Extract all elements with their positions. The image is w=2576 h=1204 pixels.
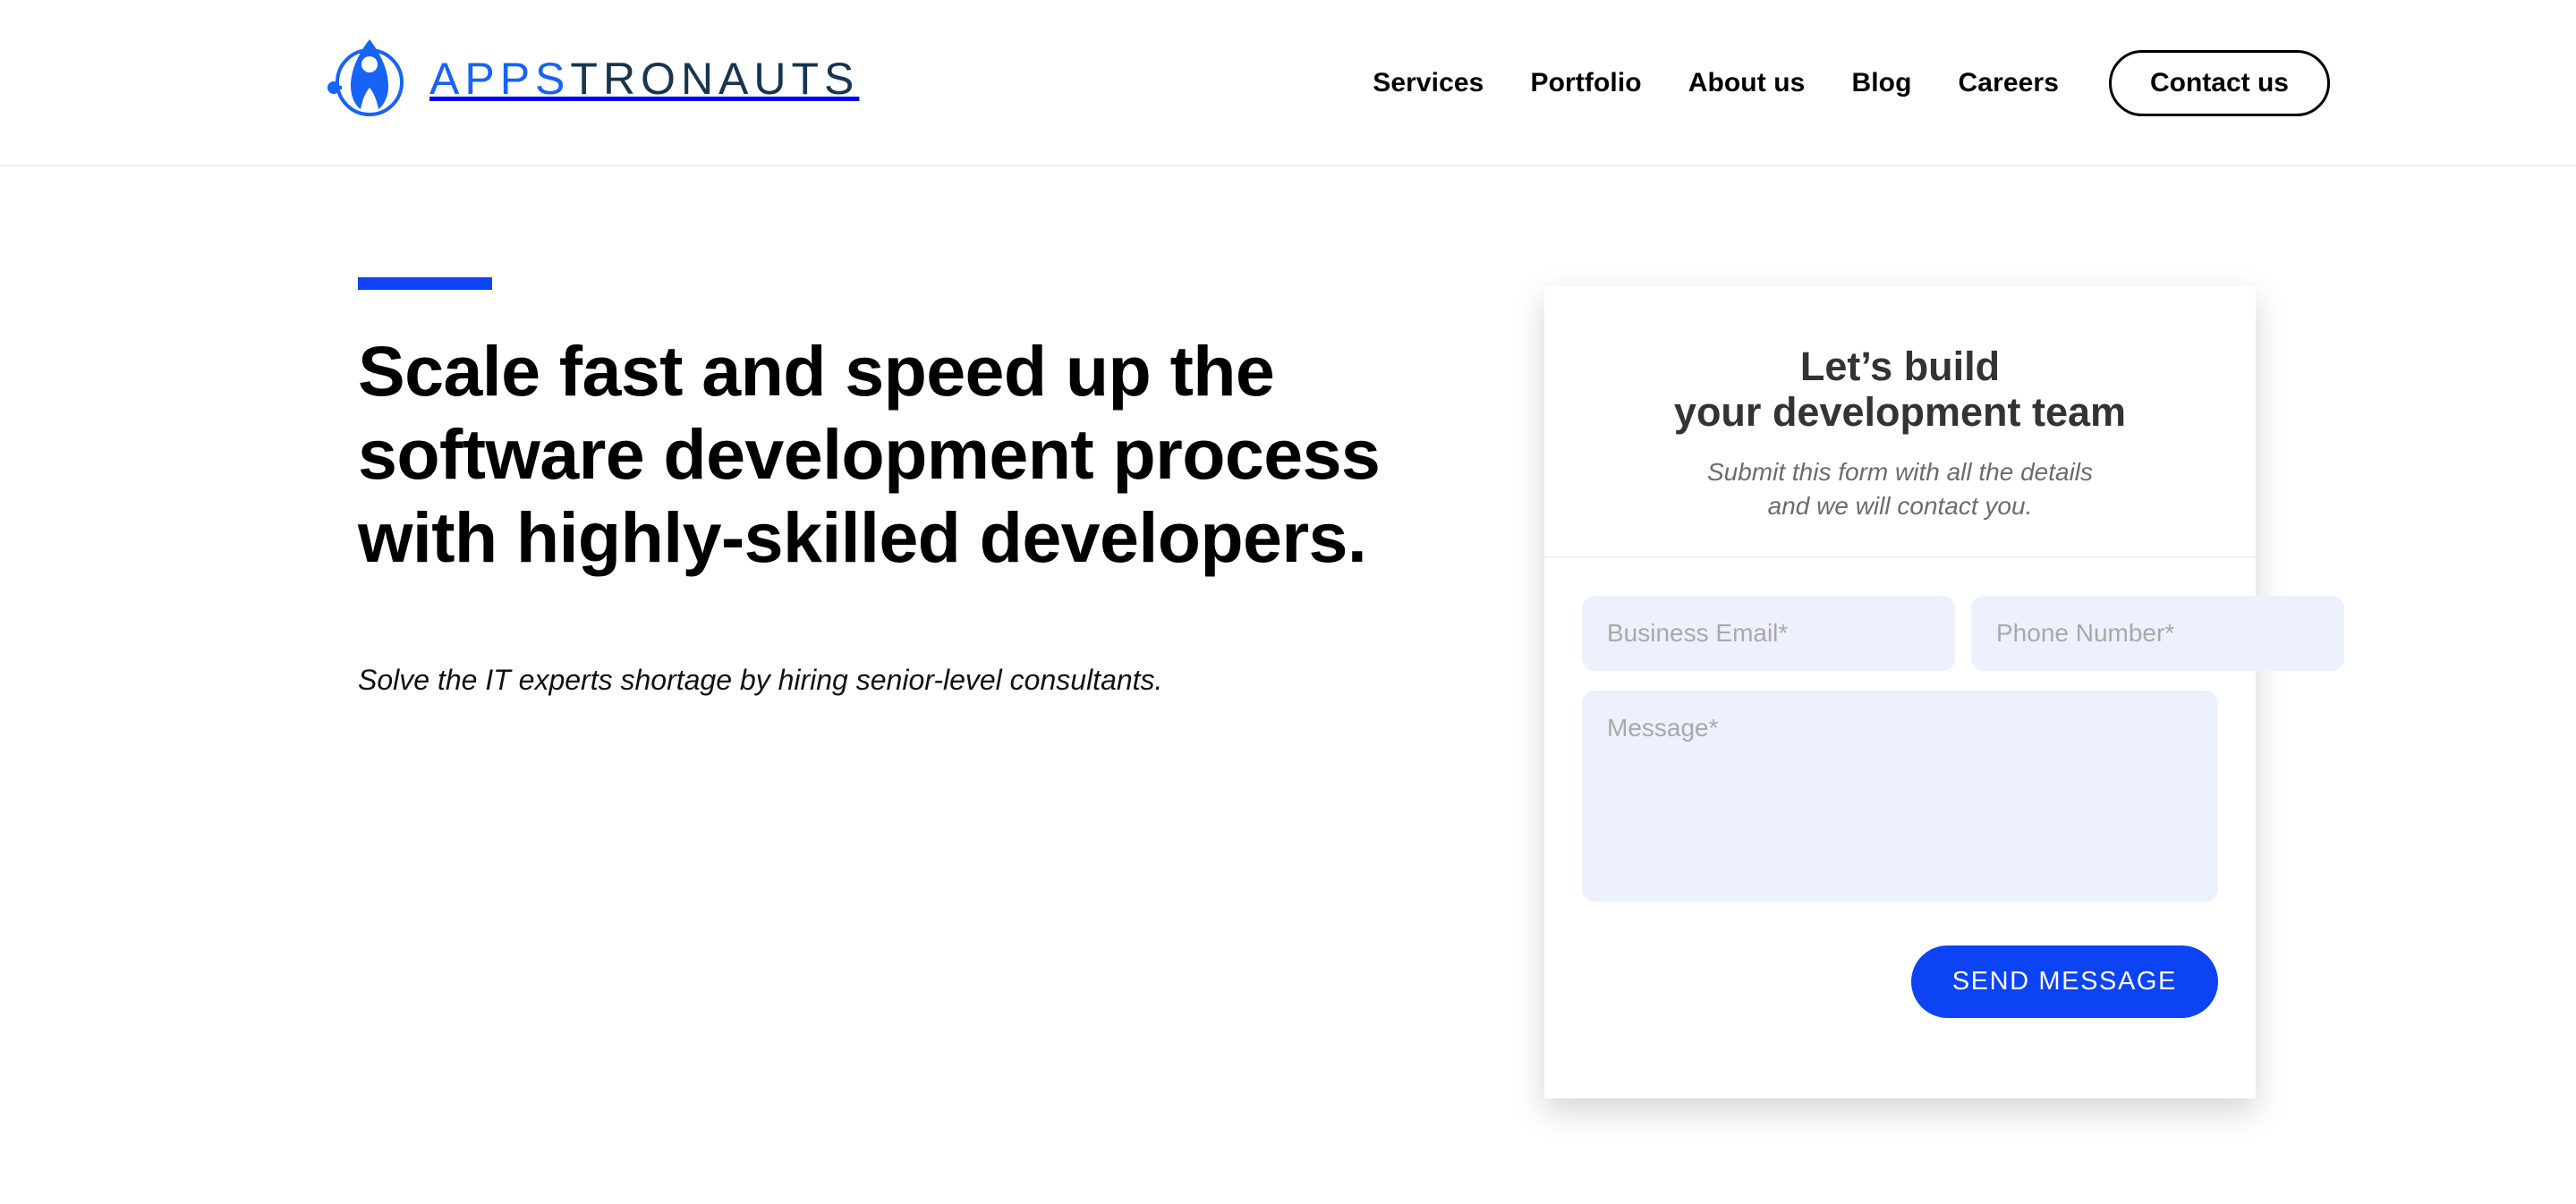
nav-item-services[interactable]: Services <box>1349 68 1507 98</box>
hero-accent-bar <box>358 277 492 290</box>
form-field-row <box>1582 595 2344 671</box>
rocket-in-circle-icon <box>327 39 404 116</box>
nav-item-about-us[interactable]: About us <box>1665 68 1829 98</box>
brand-wordmark-secondary: TRONAUTS <box>570 54 860 104</box>
nav-item-blog[interactable]: Blog <box>1828 68 1934 98</box>
hero-subtitle: Solve the IT experts shortage by hiring … <box>358 663 1163 696</box>
main-navigation: Services Portfolio About us Blog Careers… <box>1349 0 2330 166</box>
phone-number-input[interactable] <box>1971 595 2344 671</box>
send-message-button[interactable]: SEND MESSAGE <box>1910 945 2218 1018</box>
hero-title: Scale fast and speed up the software dev… <box>358 331 1381 578</box>
site-header: APPSTRONAUTS Services Portfolio About us… <box>0 0 2576 166</box>
hero-section: Scale fast and speed up the software dev… <box>358 277 1458 700</box>
message-textarea[interactable] <box>1582 690 2218 902</box>
contact-form-card: Let’s build your development team Submit… <box>1544 286 2344 1098</box>
form-body: SEND MESSAGE <box>1544 558 2344 1018</box>
business-email-input[interactable] <box>1582 595 1955 671</box>
contact-us-button[interactable]: Contact us <box>2108 50 2330 116</box>
form-subtitle: Submit this form with all the details an… <box>1706 457 2094 521</box>
nav-item-careers[interactable]: Careers <box>1935 68 2082 98</box>
brand-logo[interactable]: APPSTRONAUTS <box>320 32 859 125</box>
form-title: Let’s build your development team <box>1673 343 2127 436</box>
form-header: Let’s build your development team Submit… <box>1544 286 2256 524</box>
nav-item-portfolio[interactable]: Portfolio <box>1507 68 1664 98</box>
form-actions: SEND MESSAGE <box>1582 945 2218 1018</box>
brand-wordmark-primary: APPS <box>429 54 571 104</box>
brand-wordmark: APPSTRONAUTS <box>429 56 859 101</box>
